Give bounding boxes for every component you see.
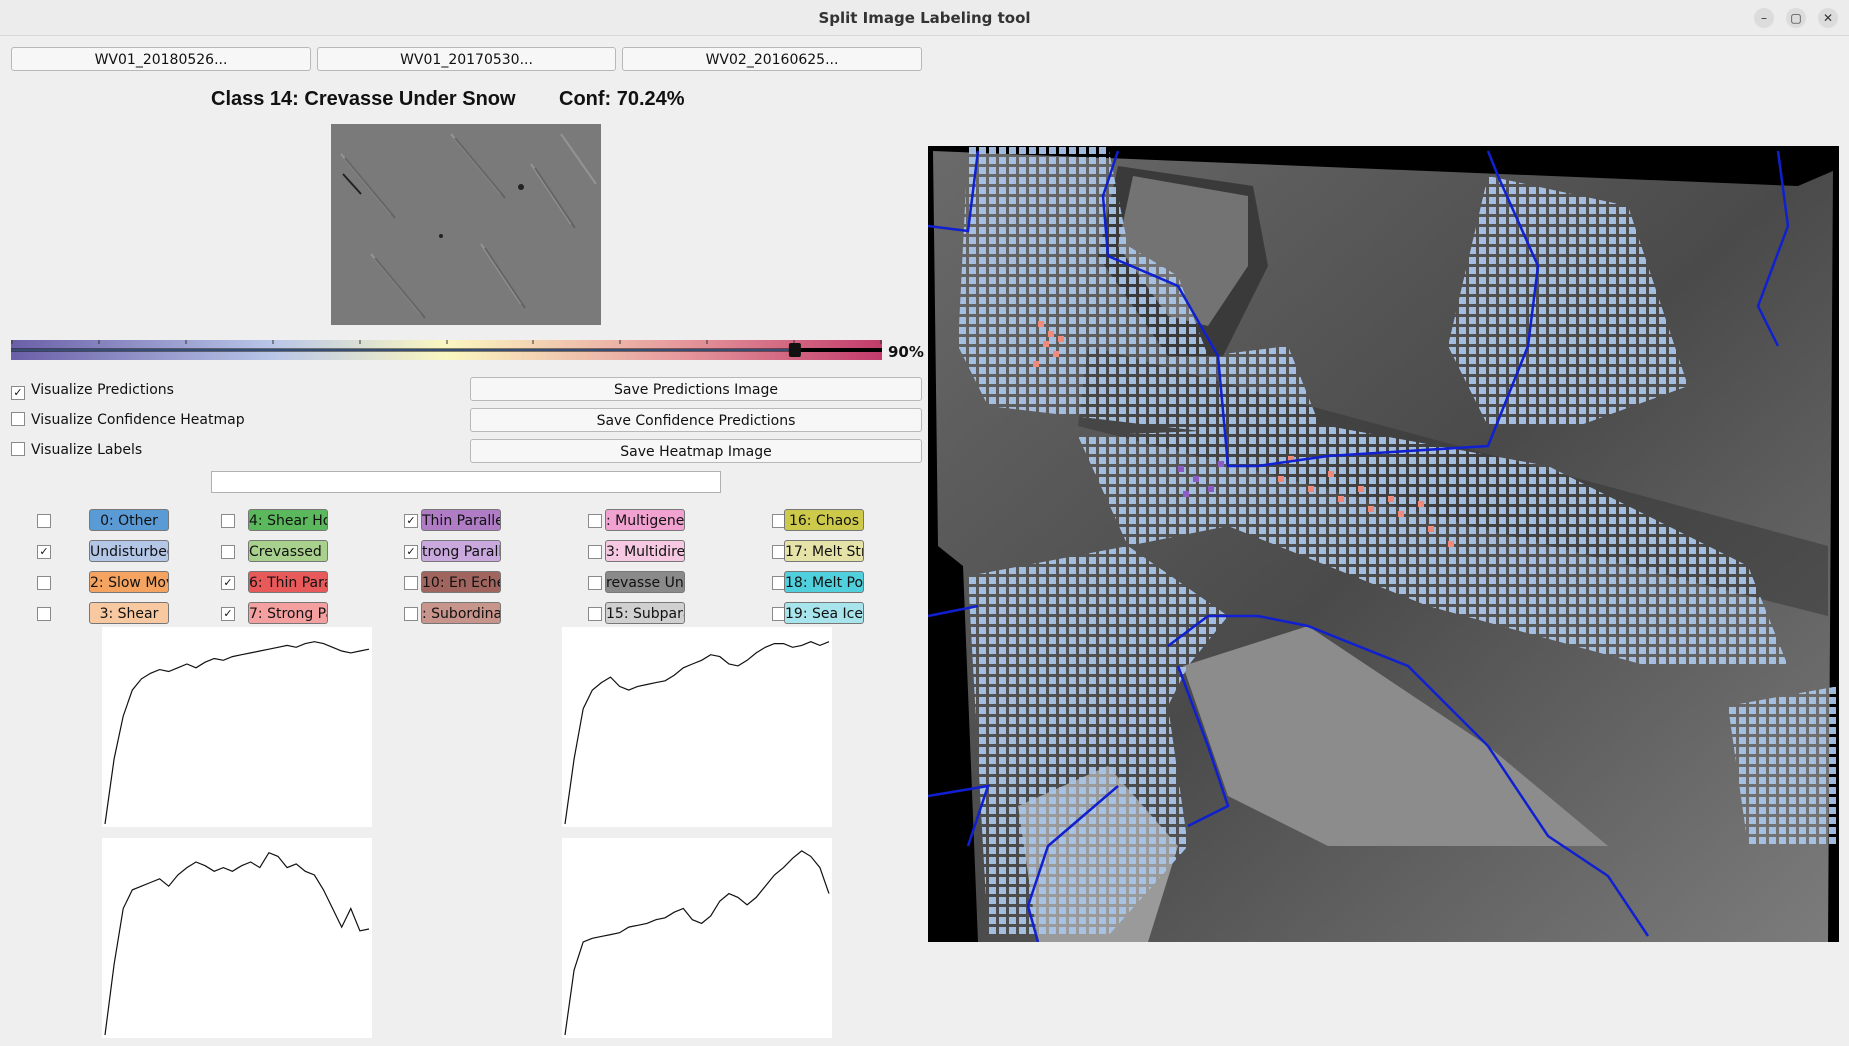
- class-checkbox[interactable]: ✓: [404, 545, 418, 559]
- class-checkbox[interactable]: [588, 607, 602, 621]
- series-line: [104, 851, 370, 1036]
- class-label[interactable]: : Multigeneration: [605, 509, 685, 531]
- class-label[interactable]: : Subordinate She: [421, 602, 501, 624]
- class-checkbox[interactable]: [221, 545, 235, 559]
- toggle-label: Visualize Predictions: [31, 382, 174, 398]
- class-checkbox[interactable]: [221, 514, 235, 528]
- checkbox[interactable]: [11, 442, 25, 456]
- class-checkbox[interactable]: ✓: [37, 545, 51, 559]
- class-label[interactable]: 6: Thin Parallel: [248, 571, 328, 593]
- series-line: [564, 850, 830, 1036]
- checkbox[interactable]: ✓: [11, 386, 25, 400]
- checkbox[interactable]: [11, 412, 25, 426]
- save-confidence-button[interactable]: Save Confidence Predictions: [470, 408, 922, 432]
- visualize-predictions-toggle[interactable]: ✓ Visualize Predictions: [11, 382, 174, 400]
- class-label[interactable]: 17: Melt Stream: [784, 540, 864, 562]
- class-label[interactable]: revasse Under S: [605, 571, 685, 593]
- toggle-label: Visualize Confidence Heatmap: [31, 412, 245, 428]
- class-label[interactable]: 3: Shear: [89, 602, 169, 624]
- class-label[interactable]: Undisturbed Sno: [89, 540, 169, 562]
- image-tab-3[interactable]: WV02_20160625...: [622, 47, 922, 71]
- predicted-class-label: Class 14: Crevasse Under Snow: [211, 88, 516, 110]
- class-label[interactable]: 16: Chaos: [784, 509, 864, 531]
- class-label[interactable]: trong Parallel Sh: [421, 540, 501, 562]
- satellite-image: [927, 146, 1839, 943]
- class-checkbox[interactable]: ✓: [221, 607, 235, 621]
- class-checkbox[interactable]: [404, 607, 418, 621]
- visualize-heatmap-toggle[interactable]: Visualize Confidence Heatmap: [11, 412, 245, 428]
- class-label[interactable]: Thin Parallel She: [421, 509, 501, 531]
- confidence-threshold-slider[interactable]: [11, 338, 882, 364]
- image-tab-2[interactable]: WV01_20170530...: [317, 47, 616, 71]
- minimize-icon[interactable]: –: [1754, 8, 1774, 28]
- class-label[interactable]: 18: Melt Pond: [784, 571, 864, 593]
- patch-thumbnail: [331, 124, 601, 325]
- class-checkbox[interactable]: [588, 545, 602, 559]
- slider-handle[interactable]: [788, 343, 801, 357]
- save-predictions-button[interactable]: Save Predictions Image: [470, 377, 922, 401]
- class-label[interactable]: 15: Subparallel: [605, 602, 685, 624]
- class-label[interactable]: 3: Multidirectiona: [605, 540, 685, 562]
- maximize-icon[interactable]: ▢: [1786, 8, 1806, 28]
- series-line: [564, 641, 830, 825]
- class-checkbox[interactable]: [588, 514, 602, 528]
- confidence-curve-chart: [562, 838, 832, 1038]
- threshold-value: 90%: [888, 343, 924, 361]
- window-title: Split Image Labeling tool: [818, 9, 1031, 27]
- class-checkbox[interactable]: ✓: [404, 514, 418, 528]
- confidence-label: Conf: 70.24%: [559, 88, 685, 110]
- class-checkbox[interactable]: [588, 576, 602, 590]
- class-checkbox[interactable]: [37, 576, 51, 590]
- class-label[interactable]: 19: Sea Ice: [784, 602, 864, 624]
- class-label[interactable]: 0: Other: [89, 509, 169, 531]
- save-heatmap-button[interactable]: Save Heatmap Image: [470, 439, 922, 463]
- visualize-labels-toggle[interactable]: Visualize Labels: [11, 442, 142, 458]
- title-bar: Split Image Labeling tool – ▢ ✕: [0, 0, 1849, 36]
- toggle-label: Visualize Labels: [31, 442, 143, 458]
- image-tab-1[interactable]: WV01_20180526...: [11, 47, 311, 71]
- class-label[interactable]: 2: Slow Moving Ice: [89, 571, 169, 593]
- class-checkbox[interactable]: [37, 514, 51, 528]
- series-line: [104, 641, 370, 825]
- filter-input[interactable]: [211, 471, 721, 493]
- class-checkbox[interactable]: [404, 576, 418, 590]
- confidence-curve-chart: [102, 627, 372, 827]
- prediction-map[interactable]: [927, 146, 1839, 943]
- class-checkbox[interactable]: ✓: [221, 576, 235, 590]
- confidence-curve-chart: [562, 627, 832, 827]
- class-checkbox[interactable]: [37, 607, 51, 621]
- close-icon[interactable]: ✕: [1818, 8, 1838, 28]
- confidence-curve-chart: [102, 838, 372, 1038]
- class-label[interactable]: 10: En Echelon: [421, 571, 501, 593]
- class-label[interactable]: 7: Strong Parallel: [248, 602, 328, 624]
- class-label[interactable]: Crevassed Mora: [248, 540, 328, 562]
- class-label[interactable]: 4: Shear Holes: [248, 509, 328, 531]
